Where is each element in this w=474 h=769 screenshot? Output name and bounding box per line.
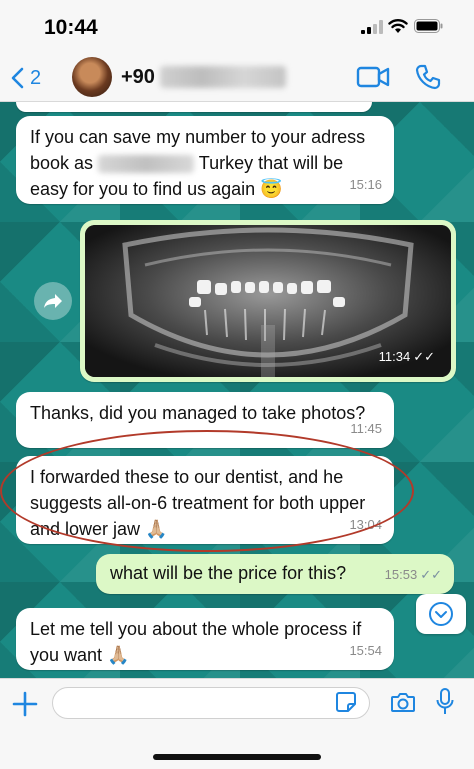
contact-name-redacted [160,66,286,88]
image-message[interactable]: 11:34 ✓✓ [80,220,456,382]
message-input-bar [0,678,474,769]
message-bubble[interactable]: Let me tell you about the whole process … [16,608,394,670]
message-time: 11:45 [350,421,382,436]
message-time: 15:53 ✓✓ [384,567,442,582]
microphone-icon[interactable] [436,688,454,716]
delivered-ticks-icon: ✓✓ [420,567,442,582]
message-time: 11:34 ✓✓ [378,349,435,364]
camera-icon[interactable] [390,690,416,714]
status-time: 10:44 [44,16,98,39]
read-ticks-icon: ✓✓ [413,349,435,364]
message-time: 15:54 [349,643,382,658]
scroll-to-bottom-button[interactable] [416,594,466,634]
avatar[interactable] [72,57,112,97]
unread-count: 2 [30,66,42,89]
redacted-text [98,155,195,174]
video-camera-icon[interactable] [356,64,390,90]
contact-name[interactable]: +90 [121,66,155,89]
message-time: 15:16 [349,177,382,192]
plus-icon[interactable] [12,691,38,717]
message-text: Let me tell you about the whole process … [30,619,362,665]
phone-icon[interactable] [414,63,442,91]
message-bubble[interactable]: If you can save my number to your adress… [16,116,394,204]
dental-xray-image[interactable]: 11:34 ✓✓ [85,225,451,377]
chat-header: 2 +90 [0,54,474,102]
status-bar: 10:44 [0,0,474,54]
forward-button[interactable] [34,282,72,320]
home-indicator [153,754,321,760]
wifi-icon [388,19,408,33]
message-text: what will be the price for this? [110,563,347,583]
message-text: Thanks, did you managed to take photos? [30,403,366,423]
chevron-down-circle-icon [429,602,453,626]
sticker-icon[interactable] [335,691,357,713]
message-input[interactable] [52,687,370,719]
chat-area[interactable]: If you can save my number to your adress… [0,102,474,678]
battery-icon [414,19,443,33]
forward-arrow-icon [44,294,62,308]
chevron-left-icon [11,67,24,89]
message-bubble[interactable]: what will be the price for this? 15:53 ✓✓ [96,554,454,594]
annotation-circle [0,430,414,552]
back-button[interactable]: 2 [10,62,58,94]
cellular-signal-icon [361,20,383,34]
message-bubble-fragment [16,102,372,112]
